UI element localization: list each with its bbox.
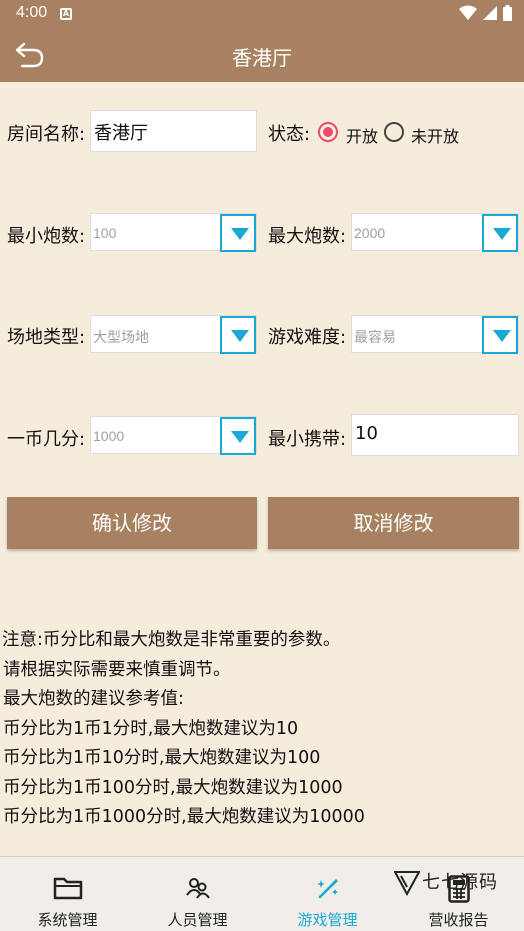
difficulty-label: 游戏难度: xyxy=(268,327,347,348)
max-cannon-label: 最大炮数: xyxy=(268,226,347,247)
venue-type-value: 大型场地 xyxy=(93,329,149,345)
dropdown-arrow-icon xyxy=(231,228,249,240)
max-cannon-dropdown-button[interactable] xyxy=(482,214,518,252)
difficulty-dropdown-button[interactable] xyxy=(482,316,518,354)
note-line: 请根据实际需要来慎重调节。 xyxy=(3,659,231,680)
nav-staff-management[interactable]: 人员管理 xyxy=(132,857,263,931)
min-cannon-select[interactable]: 100 xyxy=(90,213,257,252)
min-carry-input[interactable]: 10 xyxy=(351,414,519,456)
max-cannon-select[interactable]: 2000 xyxy=(351,213,519,252)
signal-icon xyxy=(483,6,497,20)
room-name-input[interactable]: 香港厅 xyxy=(90,110,257,152)
venue-type-label: 场地类型: xyxy=(7,327,86,348)
min-carry-label: 最小携带: xyxy=(268,429,347,450)
status-open-label: 开放 xyxy=(346,127,379,146)
min-cannon-value: 100 xyxy=(93,225,117,241)
nav-label: 营收报告 xyxy=(428,911,489,929)
status-closed-radio[interactable] xyxy=(384,122,404,142)
difficulty-value: 最容易 xyxy=(354,329,396,345)
min-cannon-label: 最小炮数: xyxy=(7,226,86,247)
status-icons xyxy=(459,5,512,21)
status-closed-label: 未开放 xyxy=(411,127,460,146)
status-bar: 4:00 A xyxy=(0,0,524,28)
venue-type-dropdown-button[interactable] xyxy=(220,316,256,354)
coin-ratio-label: 一币几分: xyxy=(7,429,86,450)
coin-ratio-dropdown-button[interactable] xyxy=(220,417,256,455)
room-name-label: 房间名称: xyxy=(7,124,86,145)
notes-panel: 注意:币分比和最大炮数是非常重要的参数。 请根据实际需要来慎重调节。 最大炮数的… xyxy=(0,626,524,833)
battery-icon xyxy=(503,5,512,21)
nav-label: 人员管理 xyxy=(167,911,228,929)
dropdown-arrow-icon xyxy=(231,431,249,443)
venue-type-select[interactable]: 大型场地 xyxy=(90,315,257,354)
max-cannon-value: 2000 xyxy=(354,225,386,241)
folder-icon xyxy=(53,877,82,900)
nav-label: 系统管理 xyxy=(37,911,98,929)
dropdown-arrow-icon xyxy=(493,228,511,240)
app-bar: 香港厅 xyxy=(0,28,524,82)
dropdown-arrow-icon xyxy=(493,330,511,342)
watermark-text: 七七源码 xyxy=(422,872,498,893)
watermark-v-icon xyxy=(394,871,420,896)
min-cannon-dropdown-button[interactable] xyxy=(220,214,256,252)
nav-system-management[interactable]: 系统管理 xyxy=(2,857,133,931)
note-line: 币分比为1币1000分时,最大炮数建议为10000 xyxy=(3,807,365,827)
page-title: 香港厅 xyxy=(232,46,292,70)
magic-wand-icon xyxy=(316,879,338,899)
status-label: 状态: xyxy=(268,124,311,145)
note-line: 币分比为1币100分时,最大炮数建议为1000 xyxy=(3,777,343,798)
notification-icon: A xyxy=(60,8,72,20)
nav-game-management[interactable]: 游戏管理 xyxy=(262,857,393,931)
dropdown-arrow-icon xyxy=(231,330,249,342)
wifi-icon xyxy=(459,5,477,20)
nav-label: 游戏管理 xyxy=(297,911,358,929)
coin-ratio-value: 1000 xyxy=(93,428,125,444)
note-line: 币分比为1币10分时,最大炮数建议为100 xyxy=(3,748,321,768)
status-open-radio[interactable] xyxy=(318,122,338,142)
confirm-button[interactable]: 确认修改 xyxy=(7,497,257,549)
coin-ratio-select[interactable]: 1000 xyxy=(90,416,257,455)
note-line: 币分比为1币1分时,最大炮数建议为10 xyxy=(3,718,299,739)
cancel-button[interactable]: 取消修改 xyxy=(268,497,519,549)
status-time: 4:00 xyxy=(16,4,48,21)
note-line: 注意:币分比和最大炮数是非常重要的参数。 xyxy=(2,630,341,650)
note-line: 最大炮数的建议参考值: xyxy=(3,689,184,709)
watermark-logo: 七七源码 xyxy=(392,868,524,904)
people-icon xyxy=(185,878,210,899)
difficulty-select[interactable]: 最容易 xyxy=(351,315,519,354)
